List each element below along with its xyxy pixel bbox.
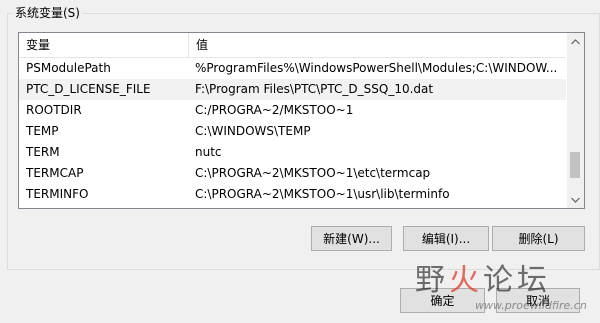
- group-label: 系统变量(S): [12, 5, 83, 21]
- variable-name-cell: ROOTDIR: [26, 103, 82, 117]
- column-header-variable[interactable]: 变量: [19, 33, 189, 57]
- variable-name-cell: TERMCAP: [26, 166, 84, 180]
- variable-name-cell: TERM: [26, 145, 60, 159]
- ok-button[interactable]: 确定: [400, 288, 485, 313]
- chevron-up-icon[interactable]: [567, 33, 584, 50]
- vertical-scrollbar[interactable]: [567, 33, 584, 208]
- scrollbar-thumb[interactable]: [570, 152, 580, 178]
- table-row[interactable]: ROOTDIR C:/PROGRA~2/MKSTOO~1: [19, 100, 566, 121]
- system-variables-list[interactable]: 变量 值 PSModulePath %ProgramFiles%\Windows…: [18, 32, 585, 209]
- variable-name-cell: PTC_D_LICENSE_FILE: [26, 82, 151, 96]
- variable-value-cell: C:\WINDOWS\TEMP: [195, 124, 311, 138]
- list-header: 变量 值: [19, 33, 566, 58]
- table-row[interactable]: TEMP C:\WINDOWS\TEMP: [19, 121, 566, 142]
- variable-value-cell: C:/PROGRA~2/MKSTOO~1: [195, 103, 354, 117]
- new-button[interactable]: 新建(W)...: [311, 226, 392, 251]
- variable-name-cell: TEMP: [26, 124, 59, 138]
- table-row[interactable]: TERMINFO C:\PROGRA~2\MKSTOO~1\usr\lib\te…: [19, 184, 566, 205]
- variable-value-cell: C:\PROGRA~2\MKSTOO~1\etc\termcap: [195, 166, 431, 180]
- variable-value-cell: nutc: [195, 145, 222, 159]
- chevron-down-icon[interactable]: [567, 191, 584, 208]
- variable-name-cell: PSModulePath: [26, 61, 111, 75]
- table-row[interactable]: TERMCAP C:\PROGRA~2\MKSTOO~1\etc\termcap: [19, 163, 566, 184]
- table-row[interactable]: TERM nutc: [19, 142, 566, 163]
- variable-value-cell: F:\Program Files\PTC\PTC_D_SSQ_10.dat: [195, 82, 434, 96]
- variable-value-cell: %ProgramFiles%\WindowsPowerShell\Modules…: [195, 61, 558, 75]
- variable-value-cell: C:\PROGRA~2\MKSTOO~1\usr\lib\terminfo: [195, 187, 450, 201]
- edit-button[interactable]: 编辑(I)...: [403, 226, 489, 251]
- column-header-value[interactable]: 值: [189, 33, 566, 57]
- cancel-button[interactable]: 取消: [496, 288, 580, 313]
- table-row[interactable]: PTC_D_LICENSE_FILE F:\Program Files\PTC\…: [19, 79, 566, 100]
- system-variables-section: 系统变量(S) 变量 值 PSModulePath %ProgramFiles%…: [0, 0, 600, 323]
- list-rows: PSModulePath %ProgramFiles%\WindowsPower…: [19, 58, 566, 205]
- table-row[interactable]: PSModulePath %ProgramFiles%\WindowsPower…: [19, 58, 566, 79]
- delete-button[interactable]: 删除(L): [492, 226, 585, 251]
- variable-name-cell: TERMINFO: [26, 187, 89, 201]
